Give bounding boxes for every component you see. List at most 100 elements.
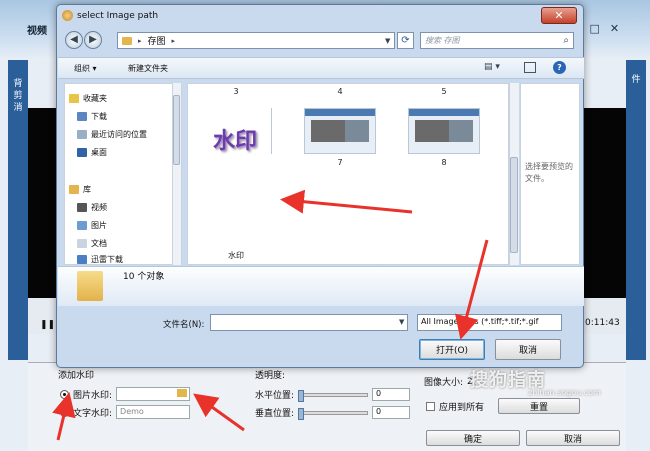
nav-item-documents[interactable]: 文档: [77, 238, 107, 249]
document-icon: [77, 239, 87, 248]
horizontal-row: 水平位置: 0: [255, 388, 411, 402]
picture-icon: [77, 221, 87, 230]
image-watermark-radio[interactable]: [60, 389, 69, 399]
image-watermark-row: 图片水印:: [60, 387, 191, 401]
text-watermark-label: 文字水印:: [73, 408, 113, 419]
filename-label: 文件名(N):: [163, 320, 205, 330]
file-label[interactable]: 5: [407, 87, 481, 96]
folder-icon: [77, 271, 103, 301]
vertical-slider[interactable]: [298, 407, 369, 420]
app-right-tabs[interactable]: 件: [626, 60, 646, 360]
breadcrumb-separator-icon: ▸: [171, 36, 176, 45]
chevron-down-icon[interactable]: ▼: [399, 318, 404, 326]
nav-label: 下载: [91, 112, 107, 121]
file-dialog: select Image path ✕ ◀ ▶ ▸ 存图 ▸ ▼ ⟳ 搜索 存图…: [56, 4, 584, 368]
image-watermark-path-field[interactable]: [116, 387, 191, 401]
pause-icon[interactable]: ❚❚: [40, 320, 55, 330]
view-options-icon[interactable]: ▤ ▾: [484, 62, 500, 72]
close-icon[interactable]: ✕: [610, 22, 619, 38]
chevron-down-icon[interactable]: ▼: [385, 32, 395, 49]
sogou-logo-subtext: zhinan.sogou.com: [528, 388, 601, 397]
navigation-pane: 收藏夹 下载 最近访问的位置 桌面 库 视频 图片 文档 迅雷下载: [64, 83, 182, 265]
nav-label: 最近访问的位置: [91, 130, 147, 139]
nav-item-videos[interactable]: 视频: [77, 202, 107, 213]
file-label[interactable]: 4: [303, 87, 377, 96]
file-thumbnail[interactable]: [408, 108, 480, 154]
nav-item-xunlei[interactable]: 迅雷下载: [77, 254, 123, 265]
apply-all-label: 应用到所有: [439, 403, 485, 413]
text-watermark-radio[interactable]: [60, 407, 69, 417]
arrow-right-icon: ▶: [89, 34, 97, 45]
file-label[interactable]: 水印: [199, 250, 273, 261]
nav-item-downloads[interactable]: 下载: [77, 111, 107, 122]
nav-label: 视频: [91, 203, 107, 212]
back-button[interactable]: ◀: [65, 31, 83, 49]
add-watermark-label: 添加水印: [58, 371, 95, 381]
nav-label: 文档: [91, 239, 107, 248]
transparency-label: 透明度:: [255, 371, 286, 381]
refresh-button[interactable]: ⟳: [397, 32, 414, 49]
file-label[interactable]: 7: [303, 158, 377, 167]
nav-scrollbar-thumb[interactable]: [173, 95, 180, 165]
filetype-select[interactable]: All Image Files (*.tiff;*.tif;*.gif: [417, 314, 562, 331]
nav-label: 收藏夹: [83, 94, 107, 103]
folder-icon[interactable]: [177, 389, 188, 397]
time-display: 0:11:43: [585, 318, 620, 328]
search-input[interactable]: 搜索 存图 ⌕: [420, 32, 574, 49]
file-thumbnail[interactable]: [304, 108, 376, 154]
nav-item-libraries[interactable]: 库: [69, 184, 91, 195]
file-label[interactable]: 8: [407, 158, 481, 167]
app-icon: [62, 10, 73, 21]
app-left-tabs[interactable]: 背 剪 消: [8, 60, 28, 360]
vertical-spinner[interactable]: 0: [372, 406, 411, 419]
apply-all-checkbox[interactable]: [426, 402, 435, 411]
breadcrumb[interactable]: 存图: [148, 34, 166, 47]
forward-button[interactable]: ▶: [84, 31, 102, 49]
nav-item-pictures[interactable]: 图片: [77, 220, 107, 231]
filename-input[interactable]: [210, 314, 408, 331]
app-window-controls[interactable]: – □ ✕: [574, 22, 644, 38]
horizontal-spinner[interactable]: 0: [372, 388, 411, 401]
cancel-button[interactable]: 取消: [495, 339, 561, 360]
search-icon[interactable]: ⌕: [563, 35, 569, 46]
ok-button[interactable]: 确定: [426, 430, 520, 446]
watermark-file-thumbnail[interactable]: 水印: [199, 101, 271, 177]
bg-cancel-button[interactable]: 取消: [526, 430, 620, 446]
nav-item-desktop[interactable]: 桌面: [77, 147, 107, 158]
address-bar[interactable]: ▸ 存图 ▸: [117, 32, 395, 49]
search-placeholder: 搜索 存图: [425, 36, 460, 45]
desktop-icon: [77, 148, 87, 157]
help-icon[interactable]: ?: [553, 61, 566, 74]
image-watermark-label: 图片水印:: [73, 390, 113, 401]
nav-label: 桌面: [91, 148, 107, 157]
video-icon: [77, 203, 87, 212]
nav-label: 迅雷下载: [91, 255, 123, 264]
maximize-icon[interactable]: □: [590, 22, 600, 38]
recent-places-icon: [77, 130, 87, 139]
preview-pane-icon[interactable]: [524, 62, 536, 73]
open-button[interactable]: 打开(O): [419, 339, 485, 360]
image-size-label: 图像大小:: [424, 378, 464, 388]
horizontal-slider[interactable]: [298, 389, 369, 402]
file-label[interactable]: 3: [199, 87, 273, 96]
transparency-row: 透明度:: [255, 368, 285, 381]
xunlei-icon: [77, 255, 87, 264]
add-watermark-row: 添加水印: [58, 368, 94, 381]
file-list-scrollbar-thumb[interactable]: [510, 157, 518, 253]
library-icon: [69, 185, 79, 194]
vertical-row: 垂直位置: 0: [255, 406, 411, 420]
nav-item-favorites[interactable]: 收藏夹: [69, 93, 107, 104]
new-folder-button[interactable]: 新建文件夹: [128, 63, 168, 74]
nav-label: 图片: [91, 221, 107, 230]
organize-button[interactable]: 组织 ▾: [74, 63, 97, 74]
star-icon: [69, 94, 79, 103]
text-watermark-field[interactable]: Demo: [116, 405, 191, 419]
nav-item-recent[interactable]: 最近访问的位置: [77, 129, 147, 140]
object-count: 10 个对象: [123, 272, 165, 282]
folder-icon: [122, 36, 132, 45]
refresh-icon: ⟳: [401, 35, 410, 46]
reset-button[interactable]: 重置: [498, 398, 580, 414]
dialog-close-button[interactable]: ✕: [541, 7, 577, 24]
download-icon: [77, 112, 87, 121]
close-icon: ✕: [554, 9, 564, 22]
